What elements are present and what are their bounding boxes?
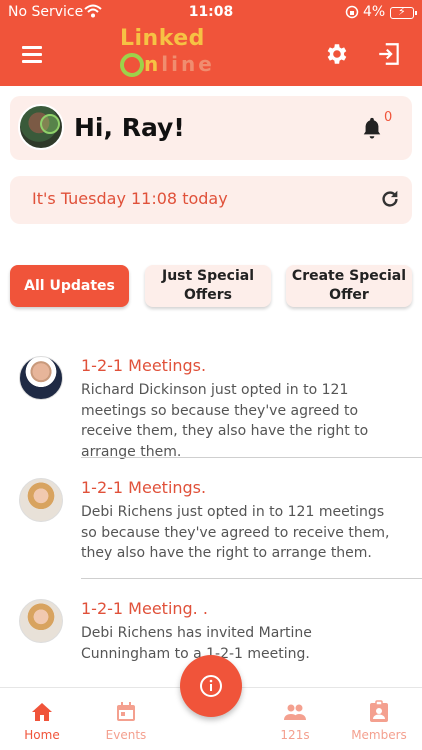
nav-label: Members	[351, 728, 407, 742]
date-card: It's Tuesday 11:08 today	[10, 176, 412, 224]
nav-121s[interactable]: 121s	[255, 688, 335, 750]
info-icon	[200, 675, 222, 697]
nav-label: 121s	[280, 728, 310, 742]
orientation-lock-icon	[345, 5, 359, 19]
app-logo: Linked nline	[118, 26, 218, 82]
feed-body: Debi Richens just opted in to 121 meetin…	[81, 504, 390, 561]
battery-icon: ⚡	[390, 5, 417, 19]
calendar-icon	[117, 702, 135, 721]
feed-body: Debi Richens has invited Martine Cunning…	[81, 625, 312, 662]
filter-all-updates-button[interactable]: All Updates	[10, 265, 129, 307]
bell-icon[interactable]	[361, 116, 383, 140]
nav-events[interactable]: Events	[86, 688, 166, 750]
badge-icon	[370, 700, 388, 722]
feed-title: 1-2-1 Meetings.	[81, 356, 207, 375]
divider	[81, 457, 422, 458]
logo-text-linked: Linked	[120, 26, 205, 51]
greeting-text: Hi, Ray!	[74, 113, 185, 142]
avatar-badge	[40, 114, 60, 134]
avatar[interactable]	[18, 104, 64, 150]
info-fab-button[interactable]	[180, 655, 242, 717]
menu-icon[interactable]	[22, 46, 42, 63]
refresh-icon[interactable]	[379, 188, 401, 210]
logo-text-online: nline	[144, 52, 215, 76]
status-bar: No Service 11:08 4% ⚡	[0, 4, 422, 22]
notification-count: 0	[384, 110, 393, 125]
logout-icon[interactable]	[376, 41, 402, 67]
logo-ring	[120, 53, 144, 77]
create-special-offer-button[interactable]: Create Special Offer	[286, 265, 412, 307]
member-avatar	[19, 356, 63, 400]
feed-title: 1-2-1 Meeting. .	[81, 599, 208, 618]
app-header: No Service 11:08 4% ⚡ Linked nline	[0, 0, 422, 86]
feed-body: Richard Dickinson just opted in to 121 m…	[81, 382, 369, 460]
divider	[81, 578, 422, 579]
people-icon	[284, 704, 306, 720]
nav-home[interactable]: Home	[2, 688, 82, 750]
nav-label: Events	[105, 728, 147, 742]
nav-members[interactable]: Members	[339, 688, 419, 750]
nav-label: Home	[24, 728, 60, 742]
member-avatar	[19, 599, 63, 643]
home-icon	[32, 703, 52, 721]
date-text: It's Tuesday 11:08 today	[32, 189, 228, 208]
feed-title: 1-2-1 Meetings.	[81, 478, 207, 497]
filter-special-offers-button[interactable]: Just Special Offers	[145, 265, 271, 307]
battery-percent: 4%	[363, 4, 386, 20]
member-avatar	[19, 478, 63, 522]
greeting-card: Hi, Ray! 0	[10, 96, 412, 160]
gear-icon[interactable]	[323, 41, 349, 67]
